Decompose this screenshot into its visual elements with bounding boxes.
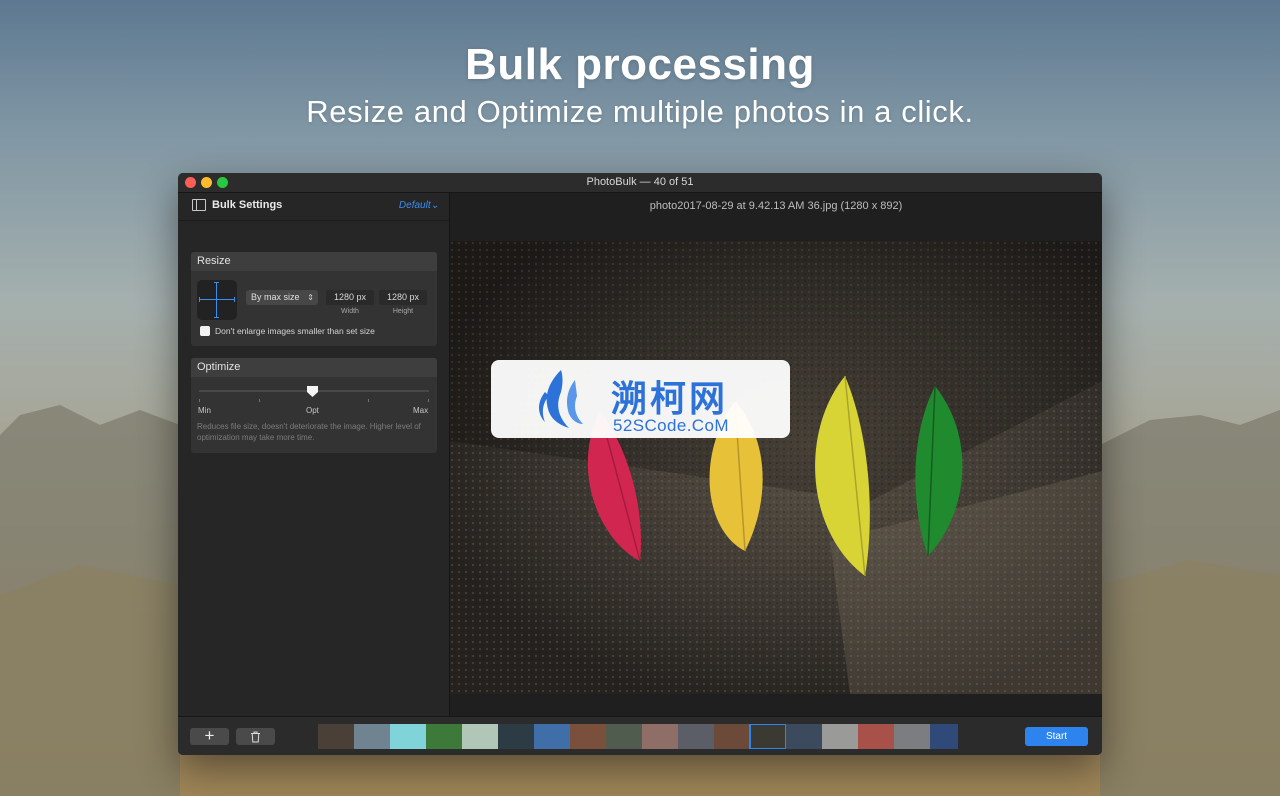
thumbnail (318, 724, 354, 749)
sidebar-title: Bulk Settings (212, 199, 283, 211)
window-title: PhotoBulk — 40 of 51 (586, 176, 694, 188)
slider-opt-label: Opt (306, 406, 319, 415)
width-label: Width (341, 308, 359, 315)
sidebar-toggle-icon[interactable] (192, 199, 206, 211)
thumbnail (354, 724, 390, 749)
dont-enlarge-checkbox[interactable] (200, 326, 210, 336)
height-input[interactable]: 1280 px (379, 290, 427, 305)
width-input[interactable]: 1280 px (326, 290, 374, 305)
thumbnail (534, 724, 570, 749)
slider-tick (199, 399, 200, 402)
preview-photo (450, 241, 1102, 694)
height-label: Height (392, 308, 414, 315)
optimize-slider-thumb[interactable] (306, 385, 319, 398)
slider-tick (259, 399, 260, 402)
watermark-english-text: 52SCode.CoM (613, 416, 729, 435)
thumbnail (930, 724, 958, 749)
thumbnail (390, 724, 426, 749)
hero-title: Bulk processing (465, 40, 815, 89)
optimize-panel: Optimize Min Opt Max Reduces file size, … (191, 358, 437, 453)
app-window: PhotoBulk — 40 of 51 Bulk Settings Defau… (178, 173, 1102, 755)
delete-button[interactable] (236, 728, 275, 745)
resize-mode-value: By max size (251, 292, 300, 302)
watermark-overlay: 溯柯网 52SCode.CoM (491, 360, 790, 438)
selected-thumbnail (749, 724, 787, 749)
add-photos-button[interactable]: + (190, 727, 229, 745)
thumbnail (462, 724, 498, 749)
chevron-down-icon: ⌄ (430, 200, 439, 211)
thumbnail (570, 724, 606, 749)
thumbnail (714, 724, 750, 749)
watermark-chinese-text: 溯柯网 (611, 379, 729, 420)
thumbnail (678, 724, 714, 749)
slider-max-label: Max (413, 406, 429, 415)
optimize-description: Reduces file size, doesn't deteriorate t… (197, 422, 421, 442)
thumbnail (822, 724, 858, 749)
bottom-toolbar: + Start (178, 716, 1102, 755)
preview-area: photo2017-08-29 at 9.42.13 AM 36.jpg (12… (450, 193, 1102, 716)
settings-sidebar: Bulk Settings Default⌄ Resize By max siz… (178, 193, 450, 716)
preview-file-name: photo2017-08-29 at 9.42.13 AM 36.jpg (12… (649, 200, 903, 212)
slider-tick (368, 399, 369, 402)
resize-mode-select[interactable]: By max size ⇕ (246, 290, 318, 305)
slider-min-label: Min (198, 406, 211, 415)
watermark-logo (539, 370, 583, 428)
preset-selector[interactable]: Default⌄ (399, 200, 439, 211)
resize-crosshair-icon (197, 280, 237, 320)
slider-tick (428, 399, 429, 402)
resize-heading: Resize (191, 252, 437, 271)
thumbnail (606, 724, 642, 749)
resize-panel: Resize By max size ⇕ 1280 px 1280 px Wid… (191, 252, 437, 346)
thumbnail-filmstrip[interactable] (318, 724, 958, 749)
dont-enlarge-label: Don't enlarge images smaller than set si… (215, 326, 375, 336)
optimize-heading: Optimize (191, 358, 437, 377)
thumbnail (786, 724, 822, 749)
title-bar: PhotoBulk — 40 of 51 (178, 173, 1102, 193)
preset-label: Default (398, 200, 431, 211)
thumbnail (498, 724, 534, 749)
sidebar-header: Bulk Settings Default⌄ (178, 193, 449, 221)
hero-subtitle: Resize and Optimize multiple photos in a… (306, 94, 974, 129)
trash-icon (251, 731, 260, 743)
thumbnail (858, 724, 894, 749)
start-button[interactable]: Start (1025, 727, 1088, 746)
updown-chevron-icon: ⇕ (307, 293, 314, 302)
thumbnail (642, 724, 678, 749)
thumbnail (426, 724, 462, 749)
thumbnail (894, 724, 930, 749)
